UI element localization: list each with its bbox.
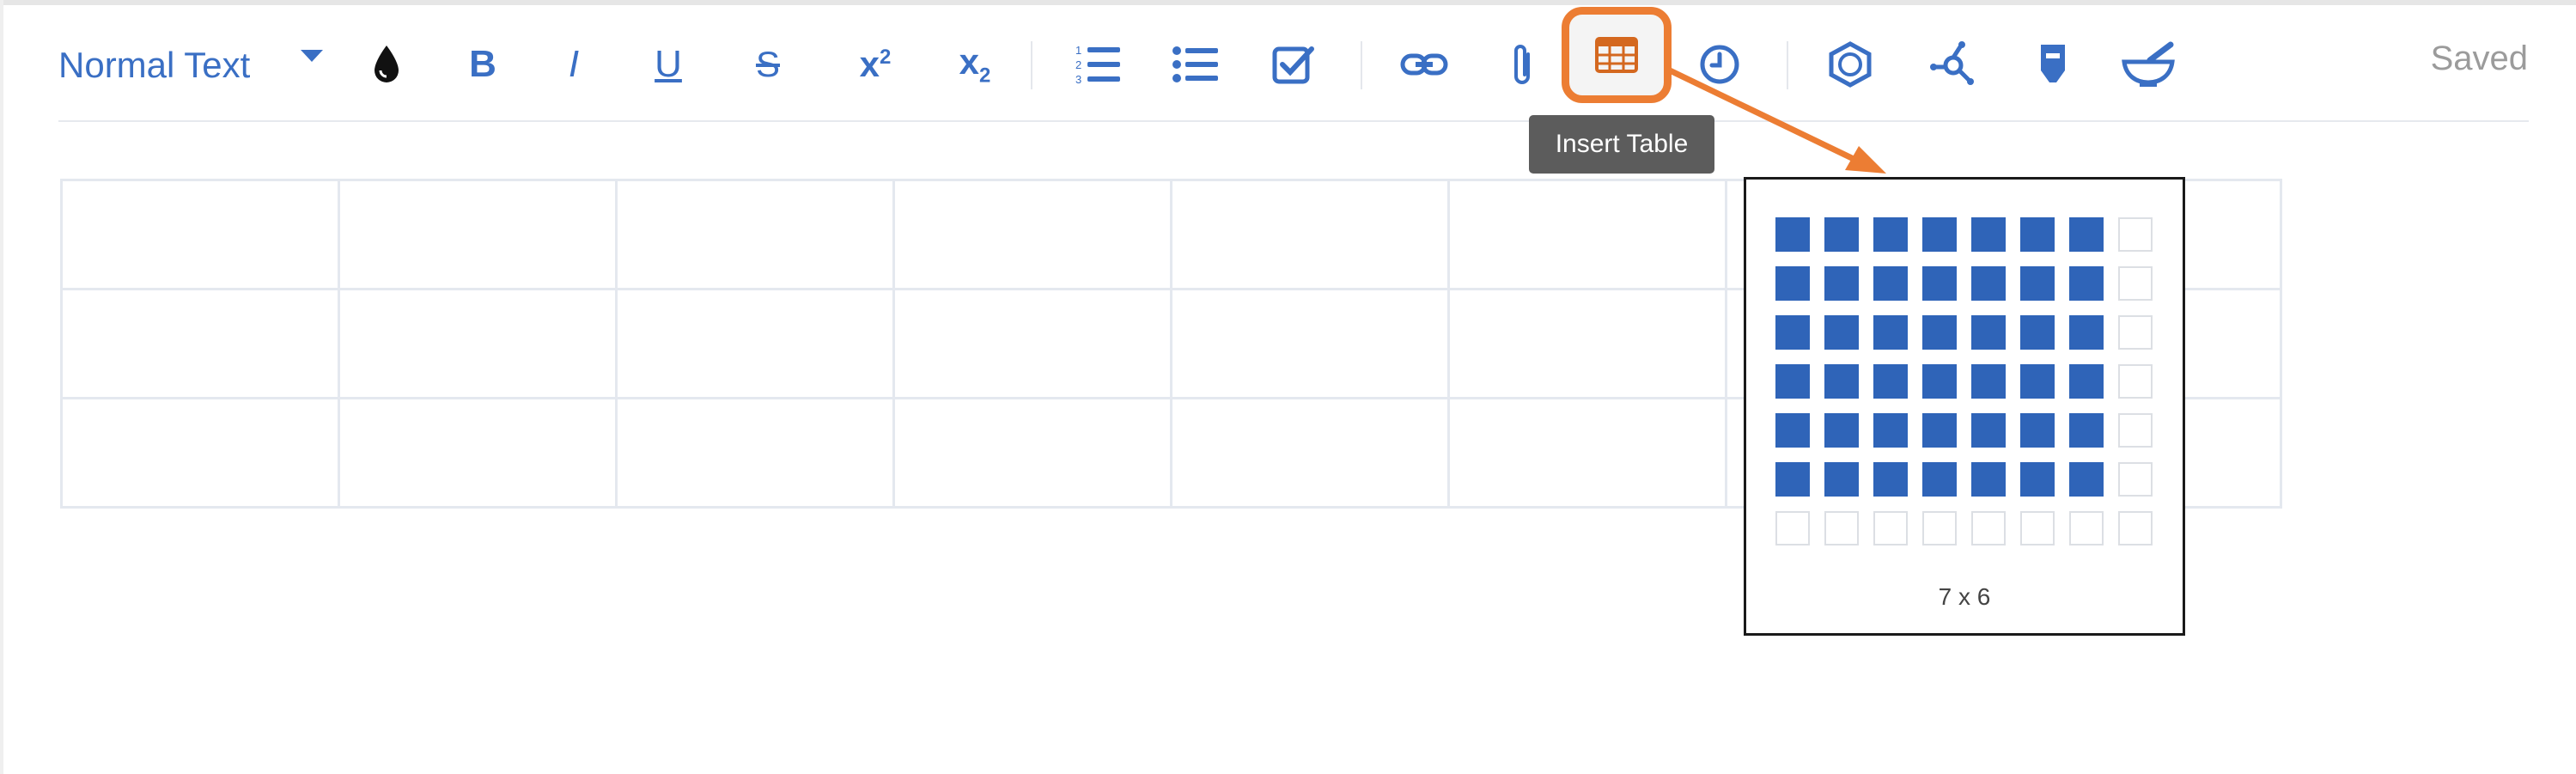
callout-arrow (1668, 67, 1886, 174)
grid-cell-selected[interactable] (1922, 266, 1957, 301)
grid-cell-selected[interactable] (1873, 364, 1908, 399)
grid-cell-selected[interactable] (1971, 266, 2006, 301)
grid-cell-selected[interactable] (1971, 315, 2006, 350)
grid-cell-selected[interactable] (1873, 462, 1908, 497)
grid-cell-selected[interactable] (1922, 315, 1957, 350)
grid-cell[interactable] (1824, 511, 1859, 545)
grid-cell[interactable] (2118, 413, 2153, 448)
grid-cell-selected[interactable] (1922, 364, 1957, 399)
grid-cell-selected[interactable] (1775, 217, 1810, 252)
grid-cell-selected[interactable] (1873, 413, 1908, 448)
grid-cell-selected[interactable] (1971, 217, 2006, 252)
grid-cell[interactable] (2118, 315, 2153, 350)
table-size-picker: 7 x 6 (1744, 177, 2185, 636)
grid-cell[interactable] (2118, 511, 2153, 545)
grid-cell-selected[interactable] (2020, 315, 2055, 350)
grid-cell-selected[interactable] (1873, 217, 1908, 252)
grid-cell-selected[interactable] (2020, 364, 2055, 399)
grid-cell-selected[interactable] (1922, 217, 1957, 252)
grid-cell-selected[interactable] (1824, 217, 1859, 252)
grid-cell[interactable] (2118, 217, 2153, 252)
grid-cell[interactable] (1922, 511, 1957, 545)
grid-cell-selected[interactable] (1775, 413, 1810, 448)
grid-cell-selected[interactable] (1775, 364, 1810, 399)
grid-cell-selected[interactable] (2069, 413, 2104, 448)
grid-cell-selected[interactable] (2020, 462, 2055, 497)
grid-cell[interactable] (2118, 462, 2153, 497)
table-size-grid (1775, 217, 2153, 545)
grid-cell-selected[interactable] (1873, 266, 1908, 301)
grid-cell[interactable] (2069, 511, 2104, 545)
grid-cell-selected[interactable] (1971, 462, 2006, 497)
table-size-label: 7 x 6 (1938, 583, 1991, 610)
grid-cell-selected[interactable] (2069, 315, 2104, 350)
grid-cell-selected[interactable] (2069, 462, 2104, 497)
grid-cell-selected[interactable] (2069, 364, 2104, 399)
grid-cell-selected[interactable] (1922, 462, 1957, 497)
insert-table-tooltip: Insert Table (1529, 115, 1714, 174)
grid-cell-selected[interactable] (1775, 315, 1810, 350)
grid-cell-selected[interactable] (2069, 266, 2104, 301)
grid-cell-selected[interactable] (1775, 266, 1810, 301)
grid-cell-selected[interactable] (2020, 266, 2055, 301)
grid-cell-selected[interactable] (1971, 413, 2006, 448)
grid-cell-selected[interactable] (1824, 413, 1859, 448)
grid-cell[interactable] (1971, 511, 2006, 545)
grid-cell-selected[interactable] (1775, 462, 1810, 497)
grid-cell-selected[interactable] (1873, 315, 1908, 350)
grid-cell[interactable] (1873, 511, 1908, 545)
grid-cell-selected[interactable] (1824, 266, 1859, 301)
grid-cell-selected[interactable] (1824, 315, 1859, 350)
grid-cell[interactable] (2118, 364, 2153, 399)
grid-cell-selected[interactable] (1971, 364, 2006, 399)
grid-cell[interactable] (2020, 511, 2055, 545)
grid-cell-selected[interactable] (1824, 364, 1859, 399)
grid-cell-selected[interactable] (1922, 413, 1957, 448)
grid-cell-selected[interactable] (2020, 217, 2055, 252)
grid-cell-selected[interactable] (2069, 217, 2104, 252)
grid-cell[interactable] (2118, 266, 2153, 301)
grid-cell-selected[interactable] (1824, 462, 1859, 497)
grid-cell[interactable] (1775, 511, 1810, 545)
grid-cell-selected[interactable] (2020, 413, 2055, 448)
